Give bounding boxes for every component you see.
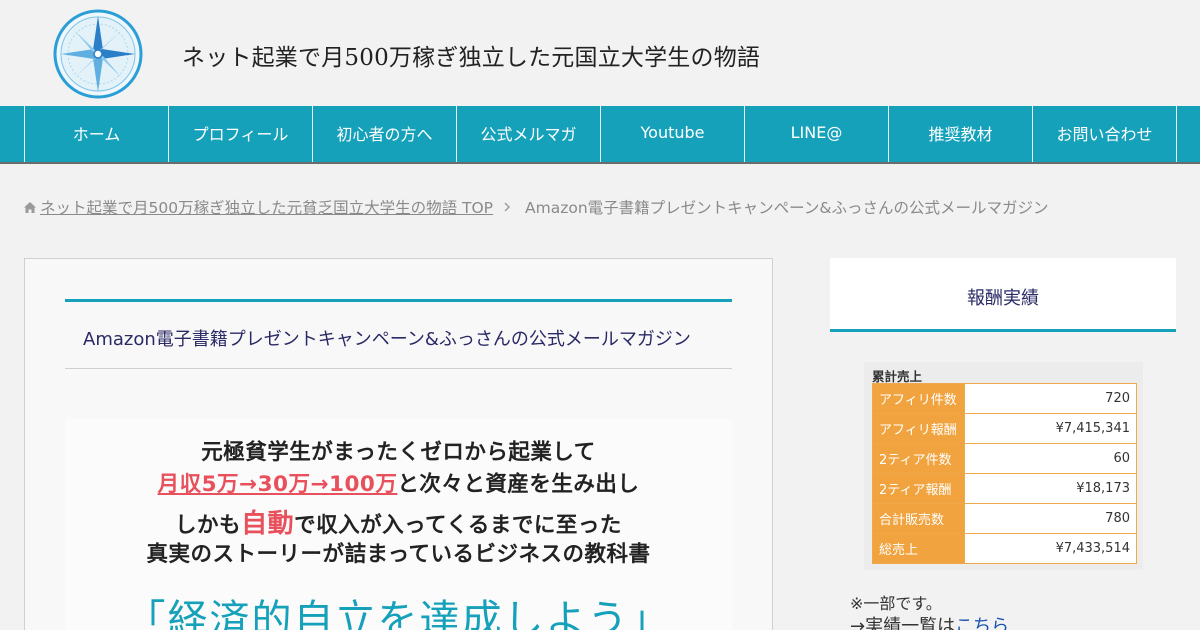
site-header: ネット起業で月500万稼ぎ独立した元国立大学生の物語 — [0, 0, 1200, 106]
table-row: 総売上 ¥7,433,514 — [872, 533, 1137, 564]
nav-item-mailmagazine[interactable]: 公式メルマガ — [457, 106, 601, 162]
banner-line-4: 真実のストーリーが詰まっているビジネスの教科書 — [146, 542, 651, 567]
stats-table: アフィリ件数 720 アフィリ報酬 ¥7,415,341 2ティア件数 60 2… — [872, 383, 1137, 564]
stats-note: ※一部です。 — [850, 594, 942, 613]
banner-income-highlight: 月収5万→30万→100万 — [157, 472, 398, 497]
banner-auto-highlight: 自動 — [241, 509, 295, 539]
breadcrumb-current: Amazon電子書籍プレゼントキャンペーン&ふっさんの公式メールマガジン — [525, 199, 1049, 217]
results-list-prefix: →実績一覧は — [850, 616, 956, 630]
banner-line-2-rest: と次々と資産を生み出し — [397, 472, 640, 497]
table-row: 合計販売数 780 — [872, 503, 1137, 534]
results-list-link[interactable]: こちら — [955, 616, 1009, 630]
stats-label: アフィリ件数 — [872, 383, 965, 414]
banner-line-3-pre: しかも — [175, 513, 242, 538]
stats-value: ¥7,415,341 — [964, 413, 1137, 444]
nav-item-youtube[interactable]: Youtube — [601, 106, 745, 162]
stats-label: 2ティア報酬 — [872, 473, 965, 504]
article-title: Amazon電子書籍プレゼントキャンペーン&ふっさんの公式メールマガジン — [83, 329, 691, 350]
stats-value: 780 — [964, 503, 1137, 534]
title-divider-bottom — [65, 368, 732, 369]
article-card: Amazon電子書籍プレゼントキャンペーン&ふっさんの公式メールマガジン 元極貧… — [24, 258, 773, 630]
campaign-banner-image[interactable]: 元極貧学生がまったくゼロから起業して 月収5万→30万→100万と次々と資産を生… — [65, 419, 732, 630]
widget-header: 報酬実績 — [830, 258, 1176, 332]
nav-item-home[interactable]: ホーム — [25, 106, 169, 162]
sidebar: 報酬実績 累計売上 アフィリ件数 720 アフィリ報酬 ¥7,415,341 2… — [830, 258, 1176, 630]
stats-value: 60 — [964, 443, 1137, 474]
stats-value: ¥18,173 — [964, 473, 1137, 504]
stats-label: 2ティア件数 — [872, 443, 965, 474]
banner-line-3: しかも自動で収入が入ってくるまでに至った — [65, 503, 732, 540]
main-nav: ホーム プロフィール 初心者の方へ 公式メルマガ Youtube LINE@ 推… — [0, 106, 1200, 164]
table-row: アフィリ報酬 ¥7,415,341 — [872, 413, 1137, 444]
nav-item-line[interactable]: LINE@ — [745, 106, 889, 162]
site-title[interactable]: ネット起業で月500万稼ぎ独立した元国立大学生の物語 — [182, 38, 760, 72]
table-row: 2ティア報酬 ¥18,173 — [872, 473, 1137, 504]
chevron-right-icon — [504, 202, 511, 212]
stats-value: 720 — [964, 383, 1137, 414]
stats-label: 総売上 — [872, 533, 965, 564]
banner-line-3-rest: で収入が入ってくるまでに至った — [294, 513, 622, 538]
breadcrumb-home-link[interactable]: ネット起業で月500万稼ぎ独立した元貧乏国立大学生の物語 TOP — [40, 196, 493, 218]
breadcrumb: ネット起業で月500万稼ぎ独立した元貧乏国立大学生の物語 TOP Amazon電… — [24, 196, 1049, 218]
banner-headline: 「経済的自立を達成しよう」 — [125, 597, 672, 630]
nav-item-beginners[interactable]: 初心者の方へ — [313, 106, 457, 162]
stats-value: ¥7,433,514 — [964, 533, 1137, 564]
nav-item-recommended[interactable]: 推奨教材 — [889, 106, 1033, 162]
results-list-line: →実績一覧はこちら — [850, 612, 1009, 630]
nav-item-contact[interactable]: お問い合わせ — [1033, 106, 1177, 162]
compass-logo-icon[interactable] — [53, 8, 143, 100]
title-divider-top — [65, 299, 732, 302]
stats-label: アフィリ報酬 — [872, 413, 965, 444]
stats-label: 合計販売数 — [872, 503, 965, 534]
table-row: 2ティア件数 60 — [872, 443, 1137, 474]
banner-line-2: 月収5万→30万→100万と次々と資産を生み出し — [65, 467, 732, 498]
earnings-stats-image: 累計売上 アフィリ件数 720 アフィリ報酬 ¥7,415,341 2ティア件数… — [864, 362, 1143, 570]
home-icon — [24, 201, 36, 213]
table-row: アフィリ件数 720 — [872, 383, 1137, 414]
widget-title: 報酬実績 — [967, 288, 1039, 309]
nav-item-profile[interactable]: プロフィール — [169, 106, 313, 162]
banner-line-1: 元極貧学生がまったくゼロから起業して — [201, 440, 596, 465]
